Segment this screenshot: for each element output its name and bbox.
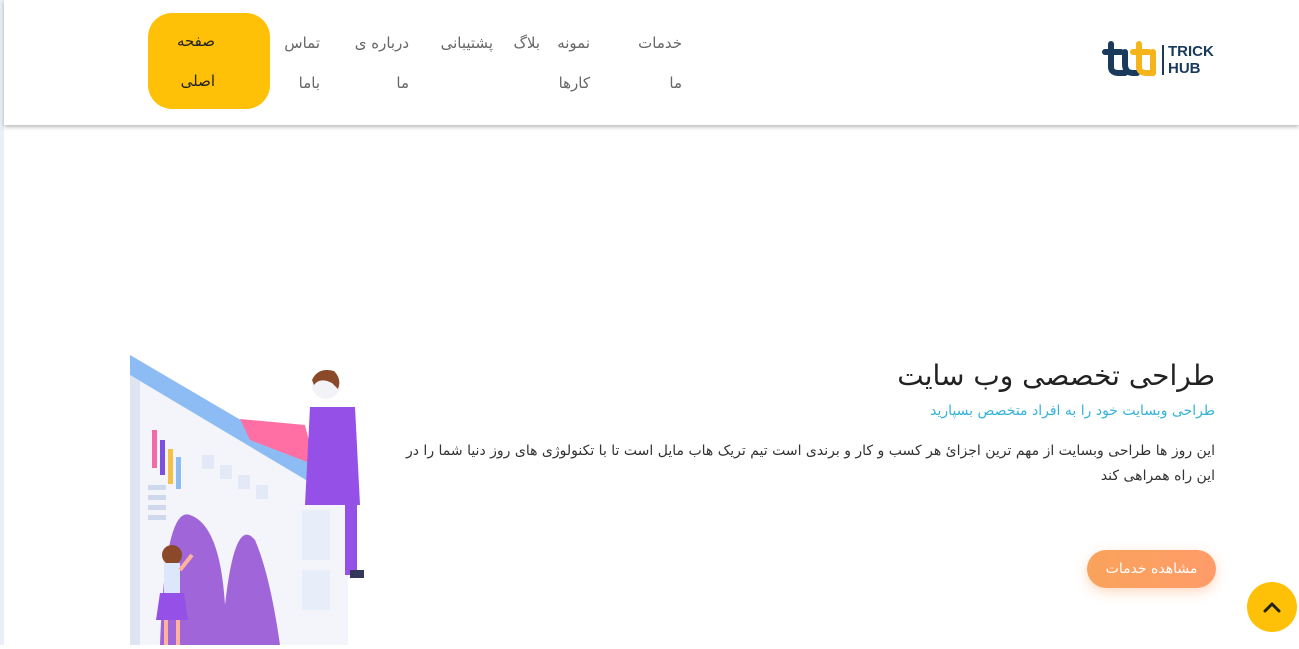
view-services-button[interactable]: مشاهده خدمات <box>1087 550 1216 588</box>
nav-item-support[interactable]: پشتیبانی <box>431 23 493 63</box>
nav-item-about[interactable]: درباره ی ما <box>349 23 409 103</box>
hero-subtitle: طراحی وبسایت خود را به افراد متخصص بسپار… <box>930 403 1215 419</box>
nav-item-contact[interactable]: تماس باما <box>276 23 320 103</box>
hero-section: طراحی تخصصی وب سایت طراحی وبسایت خود را … <box>385 355 1215 489</box>
nav-item-portfolio[interactable]: نمونه کارها <box>548 23 590 103</box>
nav-item-services[interactable]: خدمات ما <box>630 23 682 103</box>
hero-illustration <box>120 345 380 645</box>
main-nav: خدمات ما نمونه کارها بلاگ پشتیبانی دربار… <box>0 13 1299 113</box>
hero-title: طراحی تخصصی وب سایت <box>897 359 1215 392</box>
web-design-illustration-icon <box>130 355 364 645</box>
nav-item-blog[interactable]: بلاگ <box>505 23 540 63</box>
hero-description: این روز ها طراحی وبسایت از مهم ترین اجزا… <box>405 443 1215 484</box>
chevron-up-icon <box>1263 602 1281 613</box>
back-to-top-button[interactable] <box>1247 582 1297 632</box>
nav-item-home[interactable]: صفحه اصلی <box>148 13 270 109</box>
